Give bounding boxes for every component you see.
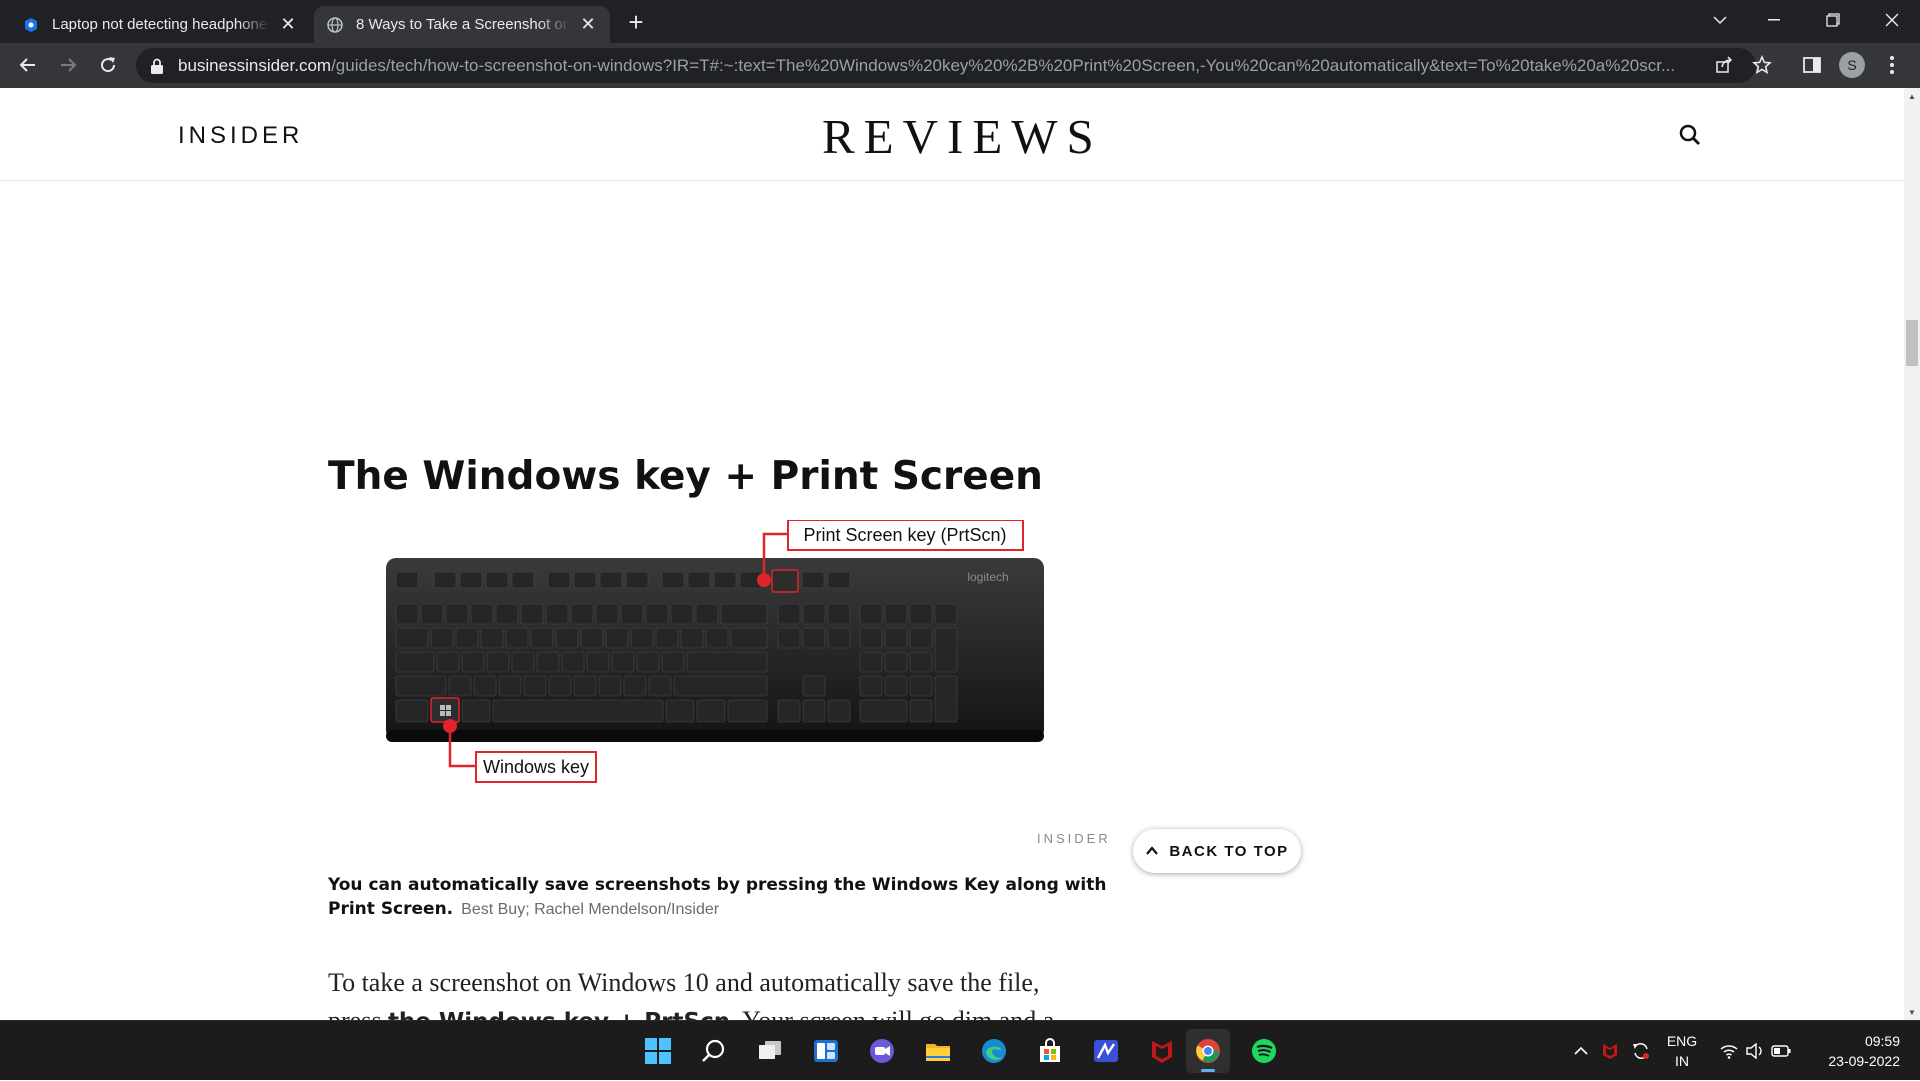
browser-tab-strip: Laptop not detecting headphones ✕ 8 Ways…	[0, 0, 1920, 43]
active-app-indicator	[1201, 1069, 1215, 1072]
address-bar[interactable]: businessinsider.com/guides/tech/how-to-s…	[136, 48, 1756, 83]
web-page: INSIDER REVIEWS The Windows key + Print …	[0, 88, 1904, 1020]
body-line-1: To take a screenshot on Windows 10 and a…	[328, 968, 1040, 997]
key-rows	[395, 603, 958, 723]
profile-avatar[interactable]: S	[1836, 49, 1868, 81]
tab-laptop-headphones[interactable]: Laptop not detecting headphones ✕	[10, 6, 310, 43]
tab-search-icon[interactable]	[1696, 0, 1744, 40]
forward-arrow-icon[interactable]	[52, 49, 84, 81]
teams-chat-icon[interactable]	[860, 1029, 904, 1073]
language-code: ENG	[1666, 1033, 1698, 1049]
language-indicator[interactable]: ENG IN	[1660, 1021, 1704, 1081]
time-text: 09:59	[1864, 1033, 1900, 1049]
avatar: S	[1839, 52, 1865, 78]
bookmark-star-icon[interactable]	[1748, 51, 1776, 79]
search-taskbar-icon[interactable]	[692, 1029, 736, 1073]
lock-icon[interactable]	[150, 58, 164, 74]
back-arrow-icon[interactable]	[12, 49, 44, 81]
mcafee-icon[interactable]	[1140, 1029, 1184, 1073]
mcafee-tray-icon[interactable]	[1598, 1021, 1622, 1081]
microsoft-support-favicon-icon	[22, 16, 40, 34]
keyboard-brand-label: logitech	[967, 570, 1008, 584]
share-icon[interactable]	[1710, 51, 1738, 79]
callout-windows-key: Windows key	[483, 757, 589, 777]
chrome-taskbar-icon[interactable]	[1186, 1029, 1230, 1073]
chevron-up-icon	[1146, 846, 1159, 855]
url-host: businessinsider.com	[178, 55, 332, 75]
body-line-2: press the Windows key + PrtScn. Your scr…	[328, 1002, 1118, 1020]
date-text: 23-09-2022	[1828, 1053, 1900, 1069]
whiteboard-app-icon[interactable]	[1084, 1029, 1128, 1073]
edge-browser-icon[interactable]	[972, 1029, 1016, 1073]
globe-favicon-icon	[326, 16, 344, 34]
menu-kebab-icon[interactable]	[1876, 49, 1908, 81]
keyboard-illustration: Print Screen key (PrtScn) Windows key lo…	[386, 519, 1044, 783]
reload-icon[interactable]	[92, 49, 124, 81]
scroll-up-arrow-icon[interactable]: ▲	[1904, 88, 1920, 104]
scroll-down-arrow-icon[interactable]: ▼	[1904, 1004, 1920, 1020]
sync-tray-icon[interactable]	[1628, 1021, 1654, 1081]
site-header: INSIDER REVIEWS	[0, 88, 1904, 181]
clock[interactable]: 09:59 23-09-2022	[1804, 1021, 1900, 1081]
task-view-icon[interactable]	[748, 1029, 792, 1073]
search-icon[interactable]	[1678, 123, 1702, 147]
tab-title: 8 Ways to Take a Screenshot on Windows	[356, 16, 570, 33]
figure-caption: You can automatically save screenshots b…	[328, 873, 1118, 922]
insider-logo[interactable]: INSIDER	[178, 122, 303, 150]
image-watermark: INSIDER	[1037, 831, 1111, 846]
back-to-top-button[interactable]: BACK TO TOP	[1133, 829, 1301, 873]
print-screen-key-highlight	[771, 569, 799, 593]
page-scrollbar[interactable]: ▲ ▼	[1904, 88, 1920, 1020]
section-heading: The Windows key + Print Screen	[328, 454, 1043, 499]
widgets-icon[interactable]	[804, 1029, 848, 1073]
show-hidden-icons-chevron-icon[interactable]	[1570, 1021, 1592, 1081]
scroll-thumb[interactable]	[1906, 320, 1918, 366]
url-path: /guides/tech/how-to-screenshot-on-window…	[331, 55, 1676, 75]
new-tab-button[interactable]: +	[622, 7, 650, 37]
back-to-top-label: BACK TO TOP	[1169, 842, 1289, 860]
start-button-icon[interactable]	[636, 1029, 680, 1073]
restore-icon[interactable]	[1809, 0, 1857, 40]
article-body: To take a screenshot on Windows 10 and a…	[328, 964, 1118, 1020]
callout-print-screen: Print Screen key (PrtScn)	[803, 525, 1006, 545]
region-code: IN	[1675, 1053, 1689, 1069]
url-text[interactable]: businessinsider.com/guides/tech/how-to-s…	[178, 56, 1718, 76]
microsoft-store-icon[interactable]	[1028, 1029, 1072, 1073]
windows-taskbar: ENG IN 09:59 23-09-2022	[0, 1020, 1920, 1080]
battery-icon[interactable]	[1768, 1021, 1794, 1081]
tab-title: Laptop not detecting headphones	[52, 16, 270, 33]
keyboard-figure: Print Screen key (PrtScn) Windows key lo…	[358, 519, 1098, 785]
tab-close-icon[interactable]: ✕	[578, 14, 598, 35]
caption-credit: Best Buy; Rachel Mendelson/Insider	[461, 901, 720, 918]
close-window-icon[interactable]	[1868, 0, 1916, 40]
side-panel-icon[interactable]	[1796, 49, 1828, 81]
volume-icon[interactable]	[1744, 1021, 1766, 1081]
browser-toolbar: businessinsider.com/guides/tech/how-to-s…	[0, 43, 1920, 88]
reviews-logo[interactable]: REVIEWS	[822, 108, 1103, 165]
tab-screenshot-article[interactable]: 8 Ways to Take a Screenshot on Windows ✕	[314, 6, 610, 43]
file-explorer-icon[interactable]	[916, 1029, 960, 1073]
spotify-icon[interactable]	[1242, 1029, 1286, 1073]
wifi-icon[interactable]	[1718, 1021, 1740, 1081]
body-bold-shortcut: the Windows key + PrtScn	[388, 1009, 730, 1020]
minimize-icon[interactable]	[1750, 0, 1798, 40]
tab-close-icon[interactable]: ✕	[278, 14, 298, 35]
